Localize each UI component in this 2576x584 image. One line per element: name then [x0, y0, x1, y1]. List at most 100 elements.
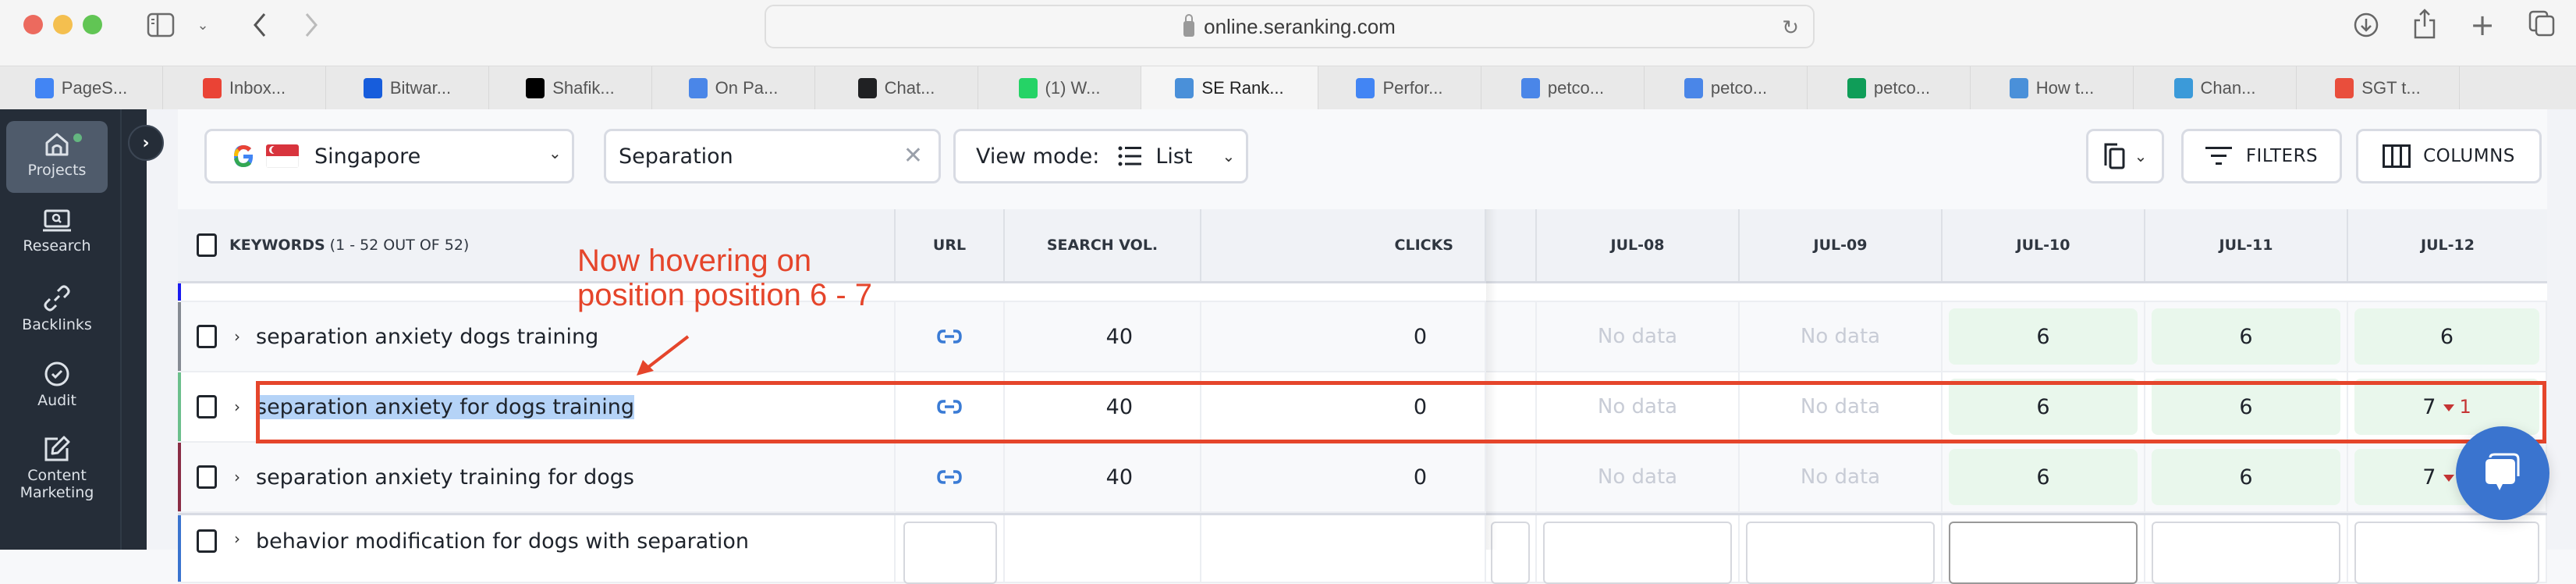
position-cell[interactable]	[1537, 515, 1740, 584]
filters-button[interactable]: FILTERS	[2181, 129, 2342, 183]
forward-icon[interactable]	[300, 9, 323, 41]
browser-tab[interactable]: On Pa...	[652, 66, 815, 110]
date-column-header[interactable]: JUL-09	[1740, 209, 1943, 281]
position-cell[interactable]: No data	[1740, 372, 1943, 441]
select-all-checkbox[interactable]	[197, 233, 217, 257]
browser-tab[interactable]: (1) W...	[978, 66, 1141, 110]
keyword-text[interactable]: separation anxiety for dogs training	[256, 394, 634, 419]
share-icon[interactable]	[2411, 6, 2439, 41]
date-column-header[interactable]: JUL-10	[1943, 209, 2145, 281]
position-cell[interactable]: No data	[1740, 443, 1943, 511]
position-cell[interactable]: No data	[1537, 302, 1740, 371]
link-icon[interactable]	[937, 469, 962, 485]
position-cell[interactable]: 6	[2145, 372, 2348, 441]
minimize-window-button[interactable]	[53, 15, 73, 34]
browser-tab[interactable]: Chan...	[2134, 66, 2297, 110]
sidebar-item-backlinks[interactable]: Backlinks	[6, 285, 108, 333]
position-cell[interactable]: No data	[1537, 372, 1740, 441]
position-cell[interactable]: 6	[1943, 372, 2145, 441]
date-header-label: JUL-10	[2016, 237, 2070, 254]
expand-row-icon[interactable]: ›	[234, 327, 240, 346]
link-icon[interactable]	[937, 399, 962, 415]
browser-tab[interactable]: Shafik...	[489, 66, 652, 110]
expand-sidebar-button[interactable]: ›	[128, 125, 164, 161]
browser-tab[interactable]: SGT t...	[2297, 66, 2460, 110]
sidebar-item-content-marketing[interactable]: Content Marketing	[6, 436, 108, 501]
position-cell[interactable]: 6	[2145, 302, 2348, 371]
keyword-text[interactable]: separation anxiety dogs training	[256, 325, 598, 349]
browser-tab[interactable]: PageS...	[0, 66, 163, 110]
position-badge[interactable]: 6	[1949, 379, 2138, 435]
browser-tab[interactable]: Inbox...	[163, 66, 326, 110]
clicks-column-header[interactable]: CLICKS	[1201, 209, 1486, 281]
search-vol-column-header[interactable]: SEARCH VOL.	[1005, 209, 1201, 281]
browser-tab[interactable]: petco...	[1808, 66, 1971, 110]
browser-tab[interactable]: Bitwar...	[326, 66, 489, 110]
close-window-button[interactable]	[23, 15, 43, 34]
browser-tab[interactable]: petco...	[1645, 66, 1808, 110]
browser-tab[interactable]: Chat...	[815, 66, 978, 110]
table-row[interactable]: › separation anxiety for dogs training 40 0…	[178, 372, 2547, 443]
url-input-placeholder[interactable]	[903, 522, 997, 584]
link-icon[interactable]	[937, 329, 962, 344]
maximize-window-button[interactable]	[83, 15, 102, 34]
keyword-search-field[interactable]: ✕	[604, 129, 941, 183]
new-tab-icon[interactable]: +	[2468, 8, 2496, 42]
sidebar-item-projects[interactable]: Projects	[6, 121, 108, 193]
view-mode-dropdown[interactable]: View mode: List ⌄	[953, 129, 1248, 183]
tab-title: Chan...	[2200, 78, 2256, 98]
table-row[interactable]: › separation anxiety training for dogs 40 0…	[178, 443, 2547, 513]
position-cell[interactable]: 6	[1943, 302, 2145, 371]
position-badge[interactable]: 6	[2152, 308, 2340, 365]
date-column-header[interactable]: JUL-08	[1537, 209, 1740, 281]
search-engine-selector[interactable]: Singapore EN ⌄	[204, 129, 701, 183]
browser-tab[interactable]: petco...	[1481, 66, 1645, 110]
position-badge[interactable]: 6	[2354, 308, 2539, 365]
position-cell[interactable]: No data	[1740, 302, 1943, 371]
table-row[interactable]: › behavior modification for dogs with sep…	[178, 513, 2547, 584]
position-badge[interactable]: 6	[1949, 308, 2138, 365]
chat-bubble-icon	[2486, 453, 2520, 490]
tab-overview-icon[interactable]	[2526, 8, 2557, 39]
live-chat-button[interactable]	[2456, 426, 2549, 520]
url-column-header[interactable]: URL	[896, 209, 1005, 281]
position-cell[interactable]: 6	[2145, 443, 2348, 511]
position-cell[interactable]	[2348, 515, 2547, 584]
position-cell[interactable]: No data	[1537, 443, 1740, 511]
copy-dropdown-button[interactable]: ⌄	[2086, 129, 2164, 183]
row-checkbox[interactable]	[197, 325, 217, 348]
address-bar[interactable]: online.seranking.com ↻	[765, 5, 1815, 48]
keyword-text[interactable]: behavior modification for dogs with sepa…	[256, 529, 749, 554]
position-cell[interactable]	[1740, 515, 1943, 584]
date-column-header[interactable]: JUL-12	[2348, 209, 2547, 281]
clear-search-icon[interactable]: ✕	[903, 142, 923, 169]
sidebar-item-research[interactable]: Research	[6, 209, 108, 255]
sidebar-item-audit[interactable]: Audit	[6, 361, 108, 409]
reload-icon[interactable]: ↻	[1782, 16, 1799, 40]
row-checkbox[interactable]	[197, 465, 217, 489]
expand-row-icon[interactable]: ›	[234, 397, 240, 416]
expand-row-icon[interactable]: ›	[234, 529, 240, 548]
position-cell[interactable]	[2145, 515, 2348, 584]
position-badge[interactable]: 6	[2152, 449, 2340, 505]
search-input[interactable]	[619, 144, 915, 169]
chevron-down-icon[interactable]: ⌄	[193, 16, 212, 34]
sidebar-toggle-icon[interactable]	[145, 11, 176, 39]
browser-tab[interactable]: How t...	[1971, 66, 2134, 110]
expand-row-icon[interactable]: ›	[234, 468, 240, 486]
browser-tab[interactable]: SE Rank...	[1141, 66, 1318, 110]
position-cell[interactable]: 6	[1943, 443, 2145, 511]
download-icon[interactable]	[2351, 9, 2382, 41]
position-badge[interactable]: 6	[1949, 449, 2138, 505]
table-row[interactable]: › separation anxiety dogs training 40 0 No d…	[178, 302, 2547, 372]
keyword-text[interactable]: separation anxiety training for dogs	[256, 465, 634, 490]
position-cell[interactable]: 6	[2348, 302, 2547, 371]
row-checkbox[interactable]	[197, 395, 217, 418]
back-icon[interactable]	[248, 9, 271, 41]
browser-tab[interactable]: Perfor...	[1318, 66, 1481, 110]
position-cell[interactable]	[1943, 515, 2145, 584]
date-column-header[interactable]: JUL-11	[2145, 209, 2348, 281]
position-badge[interactable]: 6	[2152, 379, 2340, 435]
position-change-indicator: 1	[2443, 396, 2471, 418]
columns-button[interactable]: COLUMNS	[2356, 129, 2542, 183]
